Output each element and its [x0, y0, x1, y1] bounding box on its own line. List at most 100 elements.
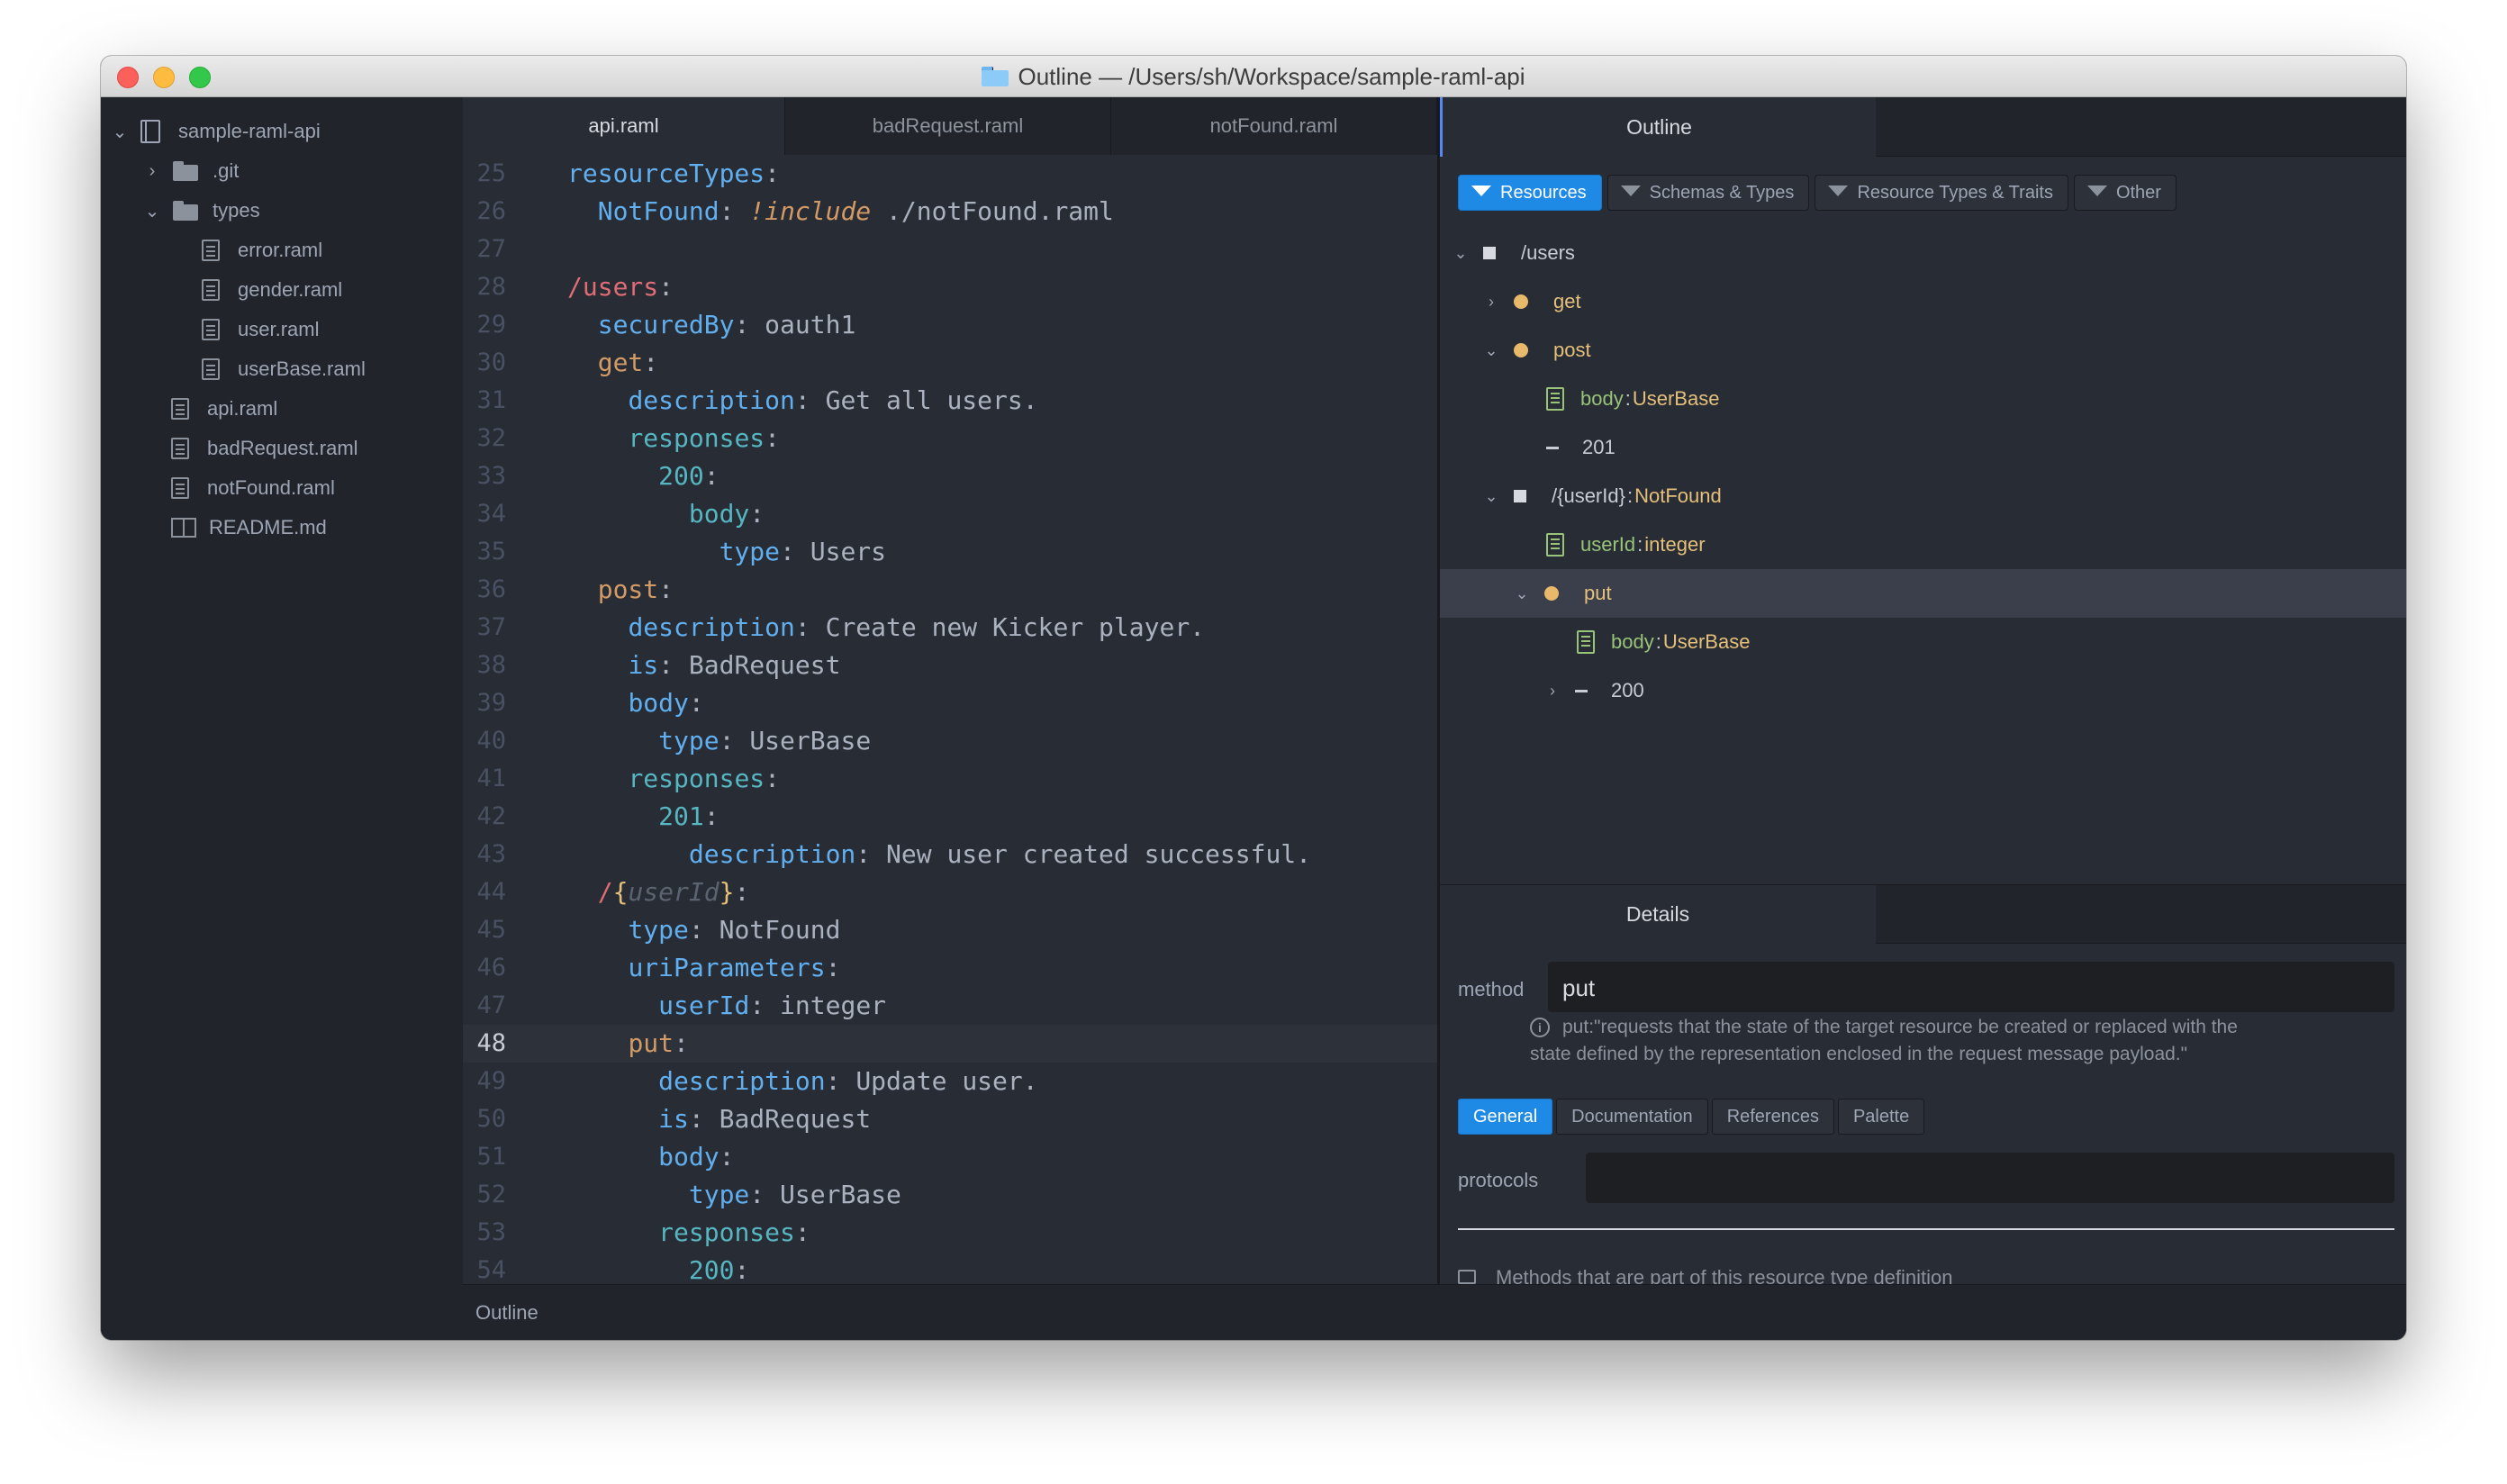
tab-api-raml[interactable]: api.raml	[463, 97, 785, 155]
yaml-key: resourceTypes	[567, 158, 765, 188]
tree-item-file[interactable]: api.raml	[171, 389, 277, 429]
tab-general[interactable]: General	[1458, 1099, 1553, 1135]
outline-item-label: /{userId}	[1552, 484, 1625, 507]
outline-item-get[interactable]: › get	[1440, 277, 2406, 326]
yaml-value: New user created successful.	[886, 839, 1312, 869]
yaml-key: uriParameters	[628, 953, 826, 982]
outline-filters: Resources Schemas & Types Resource Types…	[1458, 175, 2177, 211]
outline-item-label: /users	[1521, 241, 1575, 264]
code-line: 51 body:	[463, 1138, 1437, 1176]
filter-label: Resource Types & Traits	[1857, 182, 2053, 203]
chevron-down-icon[interactable]: ⌄	[1451, 244, 1471, 263]
method-icon	[1544, 586, 1559, 601]
code-line: 27	[463, 231, 1437, 268]
filter-resources-button[interactable]: Resources	[1458, 175, 1602, 211]
outline-item-response[interactable]: › 200	[1440, 666, 2406, 715]
file-icon	[202, 319, 220, 340]
app-window: Outline — /Users/sh/Workspace/sample-ram…	[101, 56, 2406, 1340]
outline-item-label: body	[1611, 630, 1654, 653]
line-number: 51	[476, 1143, 506, 1171]
status-bar-outline-label[interactable]: Outline	[475, 1301, 539, 1325]
protocols-label: protocols	[1458, 1169, 1539, 1191]
tab-outline[interactable]: Outline	[1440, 97, 1876, 157]
resource-type-checkbox[interactable]	[1458, 1270, 1476, 1284]
yaml-key: is	[628, 650, 659, 680]
outline-item-users[interactable]: ⌄ /users	[1440, 229, 2406, 277]
tab-notfound-raml[interactable]: notFound.raml	[1111, 97, 1437, 155]
outline-item-uri-param[interactable]: userId: integer	[1440, 520, 2406, 569]
outline-item-body[interactable]: body: UserBase	[1440, 375, 2406, 423]
yaml-resource: /	[597, 877, 613, 907]
tree-item-file[interactable]: gender.raml	[202, 270, 342, 310]
tree-root[interactable]: ⌄ sample-raml-api	[110, 112, 321, 151]
tree-item-label: types	[213, 199, 260, 222]
chevron-down-icon[interactable]: ⌄	[1481, 487, 1501, 506]
yaml-status: 201	[658, 801, 704, 831]
chevron-right-icon[interactable]: ›	[142, 161, 162, 182]
code-line: 45 type: NotFound	[463, 911, 1437, 949]
method-value: put	[1562, 974, 1596, 1001]
description-line: put:"requests that the state of the targ…	[1562, 1017, 2238, 1037]
response-icon	[1546, 446, 1559, 449]
code-line: 39 body:	[463, 684, 1437, 722]
code-line: 37 description: Create new Kicker player…	[463, 609, 1437, 647]
outline-item-label: get	[1553, 290, 1581, 312]
file-icon	[202, 240, 220, 261]
yaml-method: put	[628, 1028, 674, 1058]
filter-label: Schemas & Types	[1649, 182, 1795, 203]
line-number: 48	[476, 1029, 506, 1057]
code-line: 25 resourceTypes:	[463, 155, 1437, 193]
code-area[interactable]: 25 resourceTypes: 26 NotFound: !include .…	[463, 155, 1437, 1284]
tree-item-label: README.md	[209, 516, 327, 538]
tree-item-file[interactable]: userBase.raml	[202, 349, 366, 389]
tab-badrequest-raml[interactable]: badRequest.raml	[785, 97, 1111, 155]
tree-item-git[interactable]: › .git	[142, 151, 240, 191]
tree-item-file[interactable]: error.raml	[202, 231, 322, 270]
tree-item-file[interactable]: user.raml	[202, 310, 319, 349]
line-number: 54	[476, 1256, 506, 1284]
tab-documentation[interactable]: Documentation	[1556, 1099, 1708, 1135]
type-separator: :	[1655, 630, 1661, 653]
line-number: 28	[476, 273, 506, 301]
line-number: 39	[476, 689, 506, 717]
filter-other-button[interactable]: Other	[2073, 175, 2177, 211]
code-line: 34 body:	[463, 495, 1437, 533]
chevron-right-icon[interactable]: ›	[1543, 682, 1562, 701]
outline-item-post[interactable]: ⌄ post	[1440, 326, 2406, 375]
tree-item-types[interactable]: ⌄ types	[142, 191, 260, 231]
line-number: 41	[476, 765, 506, 792]
chevron-down-icon[interactable]: ⌄	[142, 200, 162, 222]
outline-item-body[interactable]: body: UserBase	[1440, 618, 2406, 666]
tab-details[interactable]: Details	[1440, 884, 1876, 944]
code-line: 38 is: BadRequest	[463, 647, 1437, 684]
tree-item-file[interactable]: README.md	[171, 508, 327, 547]
line-number: 38	[476, 651, 506, 679]
filter-schemas-types-button[interactable]: Schemas & Types	[1606, 175, 1810, 211]
yaml-brace: }	[719, 877, 735, 907]
chevron-right-icon[interactable]: ›	[1481, 293, 1501, 312]
outline-item-put[interactable]: ⌄ put	[1440, 569, 2406, 618]
outline-panel: Outline Resources Schemas & Types Resour…	[1437, 97, 2406, 1289]
chevron-down-icon[interactable]: ⌄	[1512, 584, 1532, 603]
method-field[interactable]: put	[1548, 962, 2394, 1012]
code-line: 40 type: UserBase	[463, 722, 1437, 760]
tab-palette[interactable]: Palette	[1837, 1099, 1925, 1135]
yaml-key: NotFound	[597, 196, 720, 226]
resource-icon	[1483, 247, 1496, 259]
tree-item-file[interactable]: notFound.raml	[171, 468, 335, 508]
tab-references[interactable]: References	[1711, 1099, 1834, 1135]
tree-item-file[interactable]: badRequest.raml	[171, 429, 358, 468]
yaml-uri-param: userId	[628, 877, 720, 907]
protocols-field[interactable]	[1586, 1153, 2394, 1203]
code-line: 32 responses:	[463, 420, 1437, 457]
yaml-key: description	[658, 1066, 826, 1096]
type-separator: :	[1626, 484, 1634, 507]
outline-item-label: post	[1553, 339, 1591, 361]
filter-resource-types-traits-button[interactable]: Resource Types & Traits	[1815, 175, 2068, 211]
chevron-down-icon[interactable]: ⌄	[110, 121, 130, 143]
resource-icon	[1514, 490, 1526, 502]
code-line: 33 200:	[463, 457, 1437, 495]
outline-item-response[interactable]: 201	[1440, 423, 2406, 472]
chevron-down-icon[interactable]: ⌄	[1481, 341, 1501, 360]
outline-item-userid-resource[interactable]: ⌄ /{userId}: NotFound	[1440, 472, 2406, 520]
